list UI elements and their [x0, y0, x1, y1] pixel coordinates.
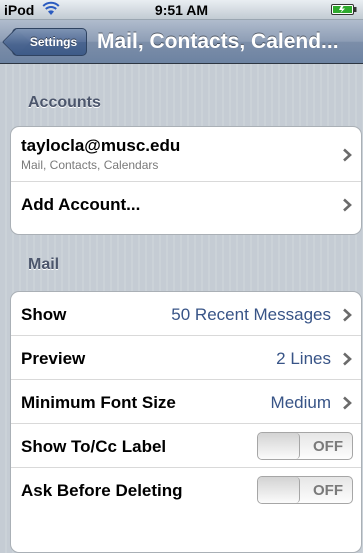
toggle-state: OFF: [313, 482, 343, 499]
minimum-font-size-label: Minimum Font Size: [21, 393, 176, 412]
back-button-settings[interactable]: Settings: [12, 28, 87, 56]
chevron-right-icon: [343, 148, 352, 162]
ask-before-deleting-row: Ask Before Deleting OFF: [11, 468, 361, 512]
page-title: Mail, Contacts, Calend...: [97, 30, 339, 53]
preview-label: Preview: [21, 349, 86, 368]
accounts-group: taylocla@musc.edu Mail, Contacts, Calend…: [10, 126, 362, 235]
chevron-right-icon: [343, 352, 352, 366]
clock: 9:51 AM: [154, 2, 209, 18]
navigation-bar: Settings Mail, Contacts, Calend...: [0, 20, 363, 64]
show-value: 50 Recent Messages: [171, 305, 331, 324]
back-button-label: Settings: [29, 35, 78, 49]
account-services: Mail, Contacts, Calendars: [21, 158, 159, 172]
ask-before-deleting-label: Ask Before Deleting: [21, 481, 183, 500]
preview-value: 2 Lines: [276, 349, 331, 368]
show-label: Show: [21, 305, 67, 324]
show-tocc-toggle[interactable]: OFF: [257, 432, 353, 460]
chevron-right-icon: [343, 396, 352, 410]
mail-section-header: Mail: [28, 256, 60, 273]
toggle-state: OFF: [313, 438, 343, 455]
battery-icon: [331, 4, 357, 15]
minimum-font-size-row[interactable]: Minimum Font Size Medium: [11, 380, 361, 424]
preview-row[interactable]: Preview 2 Lines: [11, 336, 361, 380]
chevron-right-icon: [343, 308, 352, 322]
account-row[interactable]: taylocla@musc.edu Mail, Contacts, Calend…: [11, 127, 361, 182]
chevron-right-icon: [343, 198, 352, 212]
show-row[interactable]: Show 50 Recent Messages: [11, 292, 361, 336]
accounts-section-header: Accounts: [28, 94, 101, 111]
add-account-row[interactable]: Add Account...: [11, 182, 361, 226]
account-email: taylocla@musc.edu: [21, 136, 181, 155]
show-tocc-label: Show To/Cc Label: [21, 437, 167, 456]
toggle-knob[interactable]: [258, 433, 300, 459]
show-tocc-row: Show To/Cc Label OFF: [11, 424, 361, 468]
ask-before-deleting-toggle[interactable]: OFF: [257, 476, 353, 504]
status-bar: iPod 9:51 AM: [0, 0, 363, 20]
toggle-knob[interactable]: [258, 477, 300, 503]
add-account-label: Add Account...: [21, 195, 141, 214]
minimum-font-size-value: Medium: [270, 393, 331, 412]
mail-group: Show 50 Recent Messages Preview 2 Lines …: [10, 291, 362, 553]
